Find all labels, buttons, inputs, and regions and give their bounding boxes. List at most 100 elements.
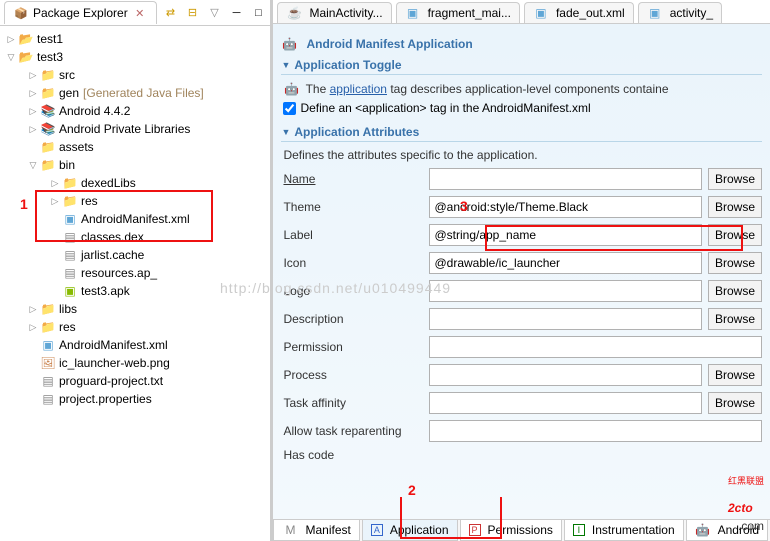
tab-manifest[interactable]: MManifest: [273, 520, 359, 541]
project-test1[interactable]: ▷ 📂 test1: [2, 30, 268, 48]
package-explorer-tab[interactable]: 📦 Package Explorer ✕: [4, 1, 157, 24]
folder-bin[interactable]: ▽ 📁 bin: [2, 156, 268, 174]
close-tab-icon[interactable]: ✕: [132, 5, 148, 21]
tab-instrumentation[interactable]: IInstrumentation: [564, 520, 684, 541]
browse-process-button[interactable]: Browse: [708, 364, 762, 386]
package-icon: 📁: [40, 67, 56, 83]
label-name[interactable]: Name: [283, 172, 423, 186]
define-application-checkbox[interactable]: [283, 102, 296, 115]
folder-res[interactable]: ▷ 📁 res: [2, 318, 268, 336]
file-ic-launcher[interactable]: 🖼 ic_launcher-web.png: [2, 354, 268, 372]
folder-icon: 📁: [62, 175, 78, 191]
file-proguard[interactable]: ▤ proguard-project.txt: [2, 372, 268, 390]
tab-permissions[interactable]: PPermissions: [460, 520, 562, 541]
collapse-icon[interactable]: ▷: [26, 322, 40, 333]
application-link[interactable]: application: [330, 82, 387, 96]
android-icon: 🤖: [283, 81, 299, 97]
chevron-down-icon: ▼: [281, 60, 290, 70]
collapse-icon[interactable]: ▷: [48, 196, 62, 207]
input-theme[interactable]: [429, 196, 702, 218]
collapse-icon[interactable]: ▷: [26, 124, 40, 135]
file-manifest-root[interactable]: ▣ AndroidManifest.xml: [2, 336, 268, 354]
label-has-code: Has code: [283, 448, 423, 462]
input-permission[interactable]: [429, 336, 762, 358]
input-icon[interactable]: [429, 252, 702, 274]
attrs-description: Defines the attributes specific to the a…: [283, 148, 762, 162]
folder-libs[interactable]: ▷ 📁 libs: [2, 300, 268, 318]
xml-icon: ▣: [647, 5, 663, 21]
label-theme: Theme: [283, 200, 423, 214]
link-editor-icon[interactable]: ⊟: [184, 5, 200, 21]
row-theme: Theme Browse: [283, 196, 762, 218]
project-tree[interactable]: ▷ 📂 test1 ▽ 📂 test3 ▷ 📁 src ▷ 📁 gen [Gen…: [0, 26, 270, 541]
expand-icon[interactable]: ▽: [26, 160, 40, 171]
view-menu-icon[interactable]: ▽: [206, 5, 222, 21]
tab-main-activity[interactable]: ☕MainActivity...: [277, 2, 391, 23]
input-task-affinity[interactable]: [429, 392, 702, 414]
tab-activity[interactable]: ▣activity_: [638, 2, 722, 23]
image-icon: 🖼: [40, 355, 56, 371]
expand-icon[interactable]: ▽: [4, 52, 18, 63]
file-icon: ▤: [62, 265, 78, 281]
define-application-label: Define an <application> tag in the Andro…: [300, 101, 590, 115]
project-icon: 📂: [18, 49, 34, 65]
file-manifest-bin[interactable]: ▣ AndroidManifest.xml: [2, 210, 268, 228]
folder-res-bin[interactable]: ▷ 📁 res: [2, 192, 268, 210]
maximize-icon[interactable]: □: [250, 5, 266, 21]
section-toggle-head[interactable]: ▼Application Toggle: [281, 58, 762, 75]
lib-private[interactable]: ▷ 📚 Android Private Libraries: [2, 120, 268, 138]
project-test3[interactable]: ▽ 📂 test3: [2, 48, 268, 66]
folder-dexedlibs[interactable]: ▷ 📁 dexedLibs: [2, 174, 268, 192]
xml-icon: ▣: [62, 211, 78, 227]
collapse-icon[interactable]: ▷: [26, 106, 40, 117]
folder-icon: 📁: [40, 319, 56, 335]
collapse-icon[interactable]: ▷: [26, 88, 40, 99]
file-jarlist[interactable]: ▤ jarlist.cache: [2, 246, 268, 264]
file-project-props[interactable]: ▤ project.properties: [2, 390, 268, 408]
section-attrs-head[interactable]: ▼Application Attributes: [281, 125, 762, 142]
browse-theme-button[interactable]: Browse: [708, 196, 762, 218]
input-allow-reparent[interactable]: [429, 420, 762, 442]
folder-assets[interactable]: 📁 assets: [2, 138, 268, 156]
label-logo: Logo: [283, 284, 423, 298]
browse-logo-button[interactable]: Browse: [708, 280, 762, 302]
android-xml-tab-icon: 🤖: [695, 522, 711, 538]
browse-label-button[interactable]: Browse: [708, 224, 762, 246]
browse-icon-button[interactable]: Browse: [708, 252, 762, 274]
tab-application[interactable]: AApplication: [362, 520, 458, 541]
file-classes-dex[interactable]: ▤ classes.dex: [2, 228, 268, 246]
folder-gen[interactable]: ▷ 📁 gen [Generated Java Files]: [2, 84, 268, 102]
input-process[interactable]: [429, 364, 702, 386]
collapse-icon[interactable]: ▷: [4, 34, 18, 45]
input-description[interactable]: [429, 308, 702, 330]
file-icon: ▤: [62, 247, 78, 263]
folder-src[interactable]: ▷ 📁 src: [2, 66, 268, 84]
browse-name-button[interactable]: Browse: [708, 168, 762, 190]
file-test3-apk[interactable]: ▣ test3.apk: [2, 282, 268, 300]
collapse-icon[interactable]: ▷: [48, 178, 62, 189]
minimize-icon[interactable]: ─: [228, 5, 244, 21]
tab-fragment-main[interactable]: ▣fragment_mai...: [396, 2, 520, 23]
label-label: Label: [283, 228, 423, 242]
label-allow-reparent: Allow task reparenting: [283, 424, 423, 438]
input-name[interactable]: [429, 168, 702, 190]
input-label[interactable]: [429, 224, 702, 246]
collapse-all-icon[interactable]: ⇄: [162, 5, 178, 21]
row-permission: Permission: [283, 336, 762, 358]
label-description: Description: [283, 312, 423, 326]
lib-android442[interactable]: ▷ 📚 Android 4.4.2: [2, 102, 268, 120]
section-application-attributes: ▼Application Attributes Defines the attr…: [281, 125, 762, 462]
row-name: Name Browse: [283, 168, 762, 190]
browse-task-affinity-button[interactable]: Browse: [708, 392, 762, 414]
collapse-icon[interactable]: ▷: [26, 304, 40, 315]
tab-fade-out[interactable]: ▣fade_out.xml: [524, 2, 634, 23]
input-logo[interactable]: [429, 280, 702, 302]
browse-description-button[interactable]: Browse: [708, 308, 762, 330]
file-resources-ap[interactable]: ▤ resources.ap_: [2, 264, 268, 282]
editor-pane: ☕MainActivity... ▣fragment_mai... ▣fade_…: [273, 0, 770, 541]
annotation-label-3: 3: [460, 198, 468, 214]
collapse-icon[interactable]: ▷: [26, 70, 40, 81]
file-icon: ▤: [40, 373, 56, 389]
package-icon: 📁: [40, 85, 56, 101]
label-task-affinity: Task affinity: [283, 396, 423, 410]
